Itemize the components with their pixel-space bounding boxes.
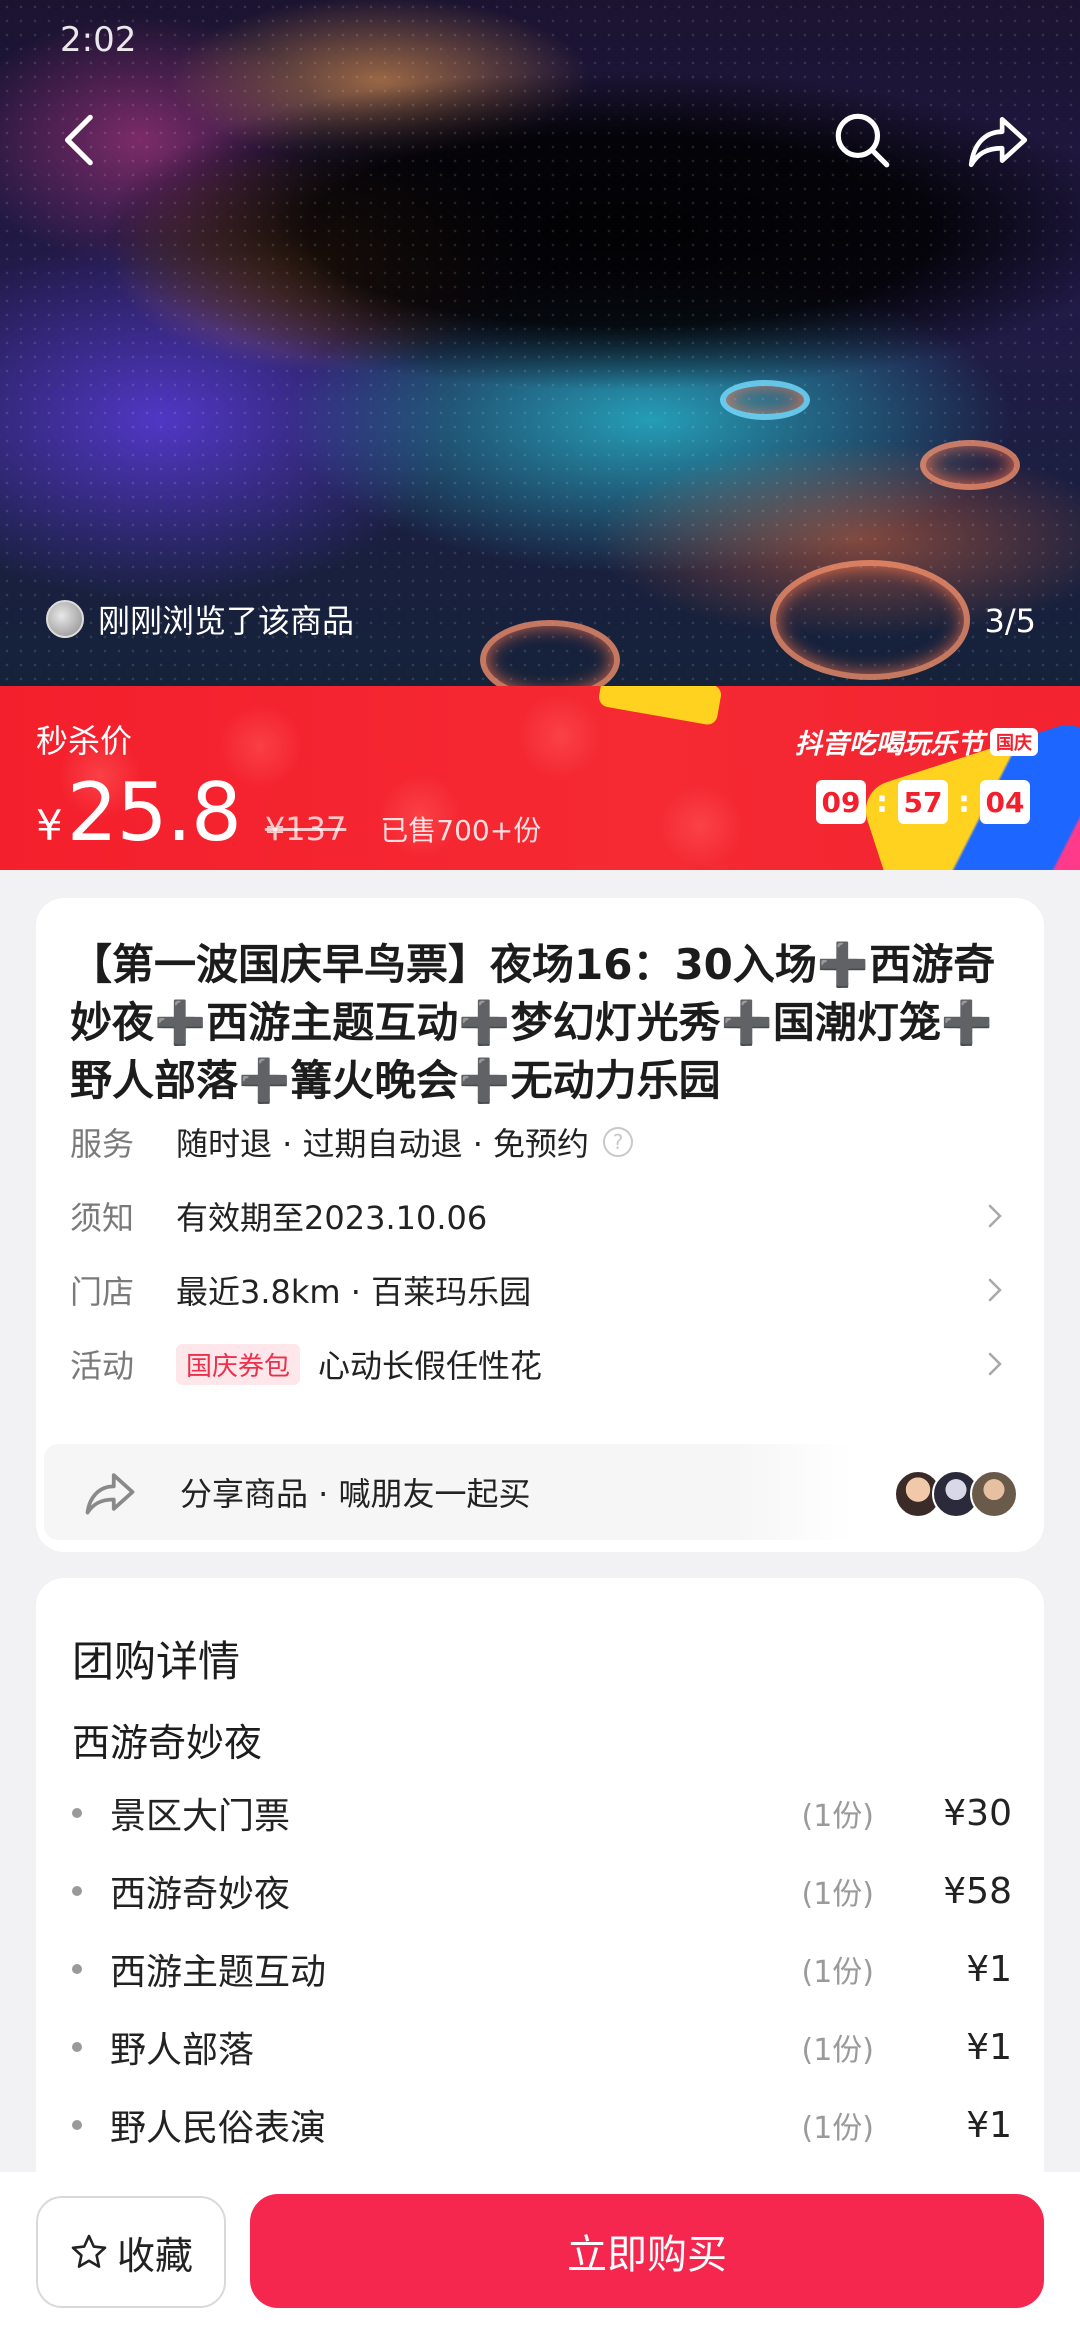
countdown-separator: :	[876, 784, 888, 820]
chevron-right-icon	[988, 1204, 1002, 1228]
bullet	[72, 1886, 82, 1896]
activity-badge: 国庆券包	[176, 1343, 301, 1385]
notice-label: 须知	[70, 1199, 135, 1237]
service-text: 随时退 · 过期自动退 · 免预约	[176, 1125, 590, 1163]
countdown-hours: 09	[816, 780, 866, 824]
activity-row[interactable]: 活动 国庆券包 心动长假任性花	[70, 1334, 1010, 1394]
share-text: 分享商品 · 喊朋友一起买	[180, 1475, 531, 1513]
buy-now-label: 立即购买	[567, 2232, 727, 2278]
countdown-separator: :	[958, 784, 970, 820]
flash-sale-label: 秒杀价	[36, 722, 133, 760]
recently-viewed-text: 刚刚浏览了该商品	[98, 602, 355, 640]
flash-sale-banner: 秒杀价 ¥ 25.8 ¥137 已售700+份 抖音吃喝玩乐节 国庆 09 : …	[0, 686, 1080, 870]
item-name: 野人民俗表演	[110, 2108, 327, 2149]
details-heading: 团购详情	[72, 1637, 241, 1686]
buy-now-button[interactable]: 立即购买	[250, 2194, 1044, 2308]
search-button[interactable]	[822, 100, 902, 180]
avatar	[970, 1470, 1018, 1518]
item-qty: (1份)	[801, 1955, 875, 1990]
recently-viewed-note: 刚刚浏览了该商品	[46, 596, 354, 642]
light-decoration	[720, 380, 810, 420]
item-price: ¥58	[943, 1870, 1012, 1912]
countdown-minutes: 57	[898, 780, 948, 824]
activity-text: 心动长假任性花	[318, 1347, 543, 1385]
bullet	[72, 2042, 82, 2052]
item-qty: (1份)	[801, 1799, 875, 1834]
item-name: 西游主题互动	[110, 1952, 327, 1993]
product-title: 【第一波国庆早鸟票】夜场16：30入场➕西游奇妙夜➕西游主题互动➕梦幻灯光秀➕国…	[70, 940, 996, 1105]
item-price: ¥1	[966, 2104, 1012, 2146]
store-label: 门店	[70, 1273, 135, 1311]
list-item: 景区大门票 (1份) ¥30	[72, 1782, 1012, 1844]
banner-decoration	[597, 686, 723, 727]
store-value: 最近3.8km · 百莱玛乐园	[176, 1273, 532, 1311]
countdown-seconds: 04	[980, 780, 1030, 824]
share-icon	[85, 1473, 135, 1515]
list-item: 西游主题互动 (1份) ¥1	[72, 1938, 1012, 2000]
activity-value: 国庆券包 心动长假任性花	[176, 1341, 980, 1387]
list-item: 西游奇妙夜 (1份) ¥58	[72, 1860, 1012, 1922]
share-button[interactable]	[958, 100, 1038, 180]
product-image-carousel[interactable]	[0, 0, 1080, 686]
details-subheading: 西游奇妙夜	[72, 1721, 263, 1765]
back-arrow-icon	[64, 114, 93, 166]
service-value: 随时退 · 过期自动退 · 免预约 ?	[176, 1119, 1010, 1165]
sold-count: 已售700+份	[380, 814, 542, 847]
festival-logo: 抖音吃喝玩乐节 国庆	[795, 722, 1038, 761]
countdown-timer: 09 : 57 : 04	[816, 780, 1030, 824]
help-icon[interactable]: ?	[603, 1127, 634, 1157]
bullet	[72, 2120, 82, 2130]
item-name: 野人部落	[110, 2030, 255, 2071]
favorite-label: 收藏	[116, 2233, 193, 2278]
share-icon	[968, 117, 1028, 168]
status-time: 2:02	[60, 20, 137, 60]
share-product-row[interactable]: 分享商品 · 喊朋友一起买	[44, 1444, 854, 1540]
item-price: ¥1	[966, 1948, 1012, 1990]
bullet	[72, 1808, 82, 1818]
festival-tag: 国庆	[990, 727, 1038, 756]
list-item: 野人民俗表演 (1份) ¥1	[72, 2094, 1012, 2156]
current-price: 25.8	[66, 766, 242, 859]
light-decoration	[920, 440, 1020, 490]
list-item: 野人部落 (1份) ¥1	[72, 2016, 1012, 2078]
notice-row[interactable]: 须知 有效期至2023.10.06	[70, 1186, 1010, 1246]
light-decoration	[770, 560, 970, 680]
bullet	[72, 1964, 82, 1974]
store-row[interactable]: 门店 最近3.8km · 百莱玛乐园	[70, 1260, 1010, 1320]
item-price: ¥30	[943, 1792, 1012, 1834]
item-qty: (1份)	[801, 2033, 875, 2068]
image-counter: 3/5	[984, 602, 1037, 640]
back-button[interactable]	[42, 100, 122, 180]
service-label: 服务	[70, 1125, 135, 1163]
item-price: ¥1	[966, 2026, 1012, 2068]
item-qty: (1份)	[801, 1877, 875, 1912]
item-name: 景区大门票	[110, 1796, 291, 1837]
festival-title: 抖音吃喝玩乐节	[795, 729, 984, 760]
original-price: ¥137	[264, 810, 347, 848]
bottom-action-bar: 收藏 立即购买	[0, 2172, 1080, 2340]
chevron-right-icon	[988, 1352, 1002, 1376]
search-icon	[835, 113, 890, 168]
friend-avatars	[894, 1470, 1018, 1518]
light-decoration	[480, 620, 620, 686]
activity-label: 活动	[70, 1347, 135, 1385]
favorite-button[interactable]: 收藏	[36, 2196, 226, 2308]
item-name: 西游奇妙夜	[110, 1874, 291, 1915]
price-row: ¥ 25.8 ¥137 已售700+份	[36, 766, 541, 859]
currency-symbol: ¥	[36, 801, 63, 850]
notice-value: 有效期至2023.10.06	[176, 1199, 488, 1237]
product-info-card: 【第一波国庆早鸟票】夜场16：30入场➕西游奇妙夜➕西游主题互动➕梦幻灯光秀➕国…	[36, 898, 1044, 1552]
star-icon	[71, 2234, 107, 2268]
chevron-right-icon	[988, 1278, 1002, 1302]
viewer-avatar	[46, 600, 84, 638]
service-row[interactable]: 服务 随时退 · 过期自动退 · 免预约 ?	[70, 1112, 1010, 1172]
item-qty: (1份)	[801, 2111, 875, 2146]
status-bar: 2:02	[0, 0, 1080, 70]
